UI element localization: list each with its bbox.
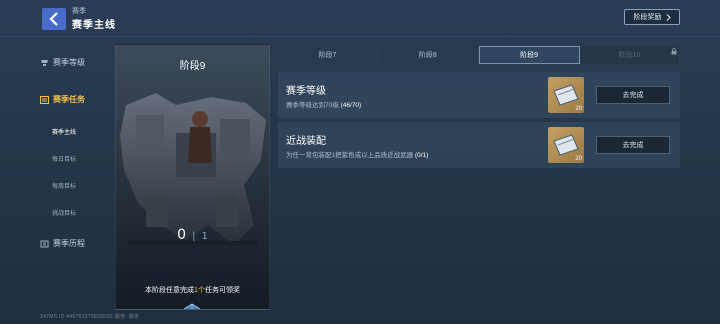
task-reward-qty: 20	[575, 156, 582, 162]
tab-stage-10[interactable]: 阶段10	[579, 46, 680, 64]
crystal-box-icon	[183, 303, 201, 309]
task-desc-text: 为任一背包装配1把紫色或以上品质近战武器	[286, 152, 414, 159]
lock-icon	[671, 48, 677, 55]
stage-reward-button[interactable]: 阶段奖励	[624, 9, 680, 25]
progress-done: 0	[177, 227, 187, 243]
sidebar-item-season-level[interactable]: 赛季等级	[40, 57, 85, 68]
header-divider	[0, 36, 720, 37]
task-progress: (0/1)	[414, 152, 429, 159]
desc-count: 1个	[194, 287, 205, 294]
task-reward-item[interactable]: 20	[548, 127, 584, 163]
desc-suffix: 任务可领奖	[204, 287, 240, 294]
breadcrumb: 赛季	[72, 8, 86, 15]
task-row: 近战装配 为任一背包装配1把紫色或以上品质近战武器 (0/1) 20 去完成	[278, 122, 680, 168]
task-title: 赛季等级	[286, 86, 326, 97]
sidebar-subitem-daily[interactable]: 每日目标	[52, 154, 76, 163]
task-title: 近战装配	[286, 136, 326, 147]
task-desc: 赛季等级达到70级 (46/70)	[286, 99, 361, 109]
page-title: 赛季主线	[72, 20, 116, 31]
header: 赛季 赛季主线 阶段奖励	[0, 0, 720, 36]
task-desc: 为任一背包装配1把紫色或以上品质近战武器 (0/1)	[286, 149, 428, 159]
progress-total: 1	[201, 231, 208, 242]
tab-stage-9[interactable]: 阶段9	[478, 46, 580, 64]
sidebar-item-season-tasks[interactable]: 赛季任务	[40, 94, 85, 105]
task-row: 赛季等级 赛季等级达到70级 (46/70) 20 去完成	[278, 72, 680, 118]
stage-card-desc: 本阶段任意完成1个任务可领奖	[116, 285, 269, 295]
stage-reward-item[interactable]	[182, 303, 202, 309]
sidebar-item-label: 赛季任务	[53, 95, 85, 104]
stage-progress: 0 | 1	[177, 227, 208, 243]
tab-stage-8[interactable]: 阶段8	[378, 46, 479, 64]
go-complete-button[interactable]: 去完成	[596, 136, 670, 154]
desc-prefix: 本阶段任意完成	[145, 287, 195, 294]
back-button[interactable]	[42, 8, 66, 30]
debug-footer: 247MS ID:4467013768295S5 服务: 服务	[40, 314, 140, 320]
sidebar-subitem-weekly[interactable]: 每周目标	[52, 181, 76, 190]
trophy-icon	[41, 59, 48, 66]
sidebar-subitem-main[interactable]: 赛季主线	[52, 127, 76, 136]
chevron-right-icon	[666, 13, 671, 21]
task-reward-item[interactable]: 20	[548, 77, 584, 113]
tab-stage-10-label: 阶段10	[618, 52, 641, 59]
stage-card: 阶段9 0|1 本阶段任意完成1个任务可领奖 1	[115, 44, 270, 310]
stage-reward-label: 阶段奖励	[633, 14, 662, 21]
go-complete-button[interactable]: 去完成	[596, 86, 670, 104]
task-list-icon	[40, 95, 49, 104]
stage-tabs: 阶段7 阶段8 阶段9 阶段10	[278, 46, 680, 64]
sidebar-subitem-challenge[interactable]: 挑战目标	[52, 208, 76, 217]
sidebar-item-label: 赛季历程	[53, 239, 85, 248]
history-icon	[40, 240, 49, 247]
task-desc-text: 赛季等级达到70级	[286, 102, 339, 109]
stage-card-title: 阶段9	[179, 61, 206, 72]
task-reward-qty: 20	[575, 106, 582, 112]
tab-stage-7[interactable]: 阶段7	[278, 46, 379, 64]
task-progress: (46/70)	[340, 102, 362, 109]
sidebar-item-season-history[interactable]: 赛季历程	[40, 238, 85, 249]
sidebar-item-label: 赛季等级	[53, 58, 85, 67]
chevron-left-icon	[49, 12, 58, 26]
